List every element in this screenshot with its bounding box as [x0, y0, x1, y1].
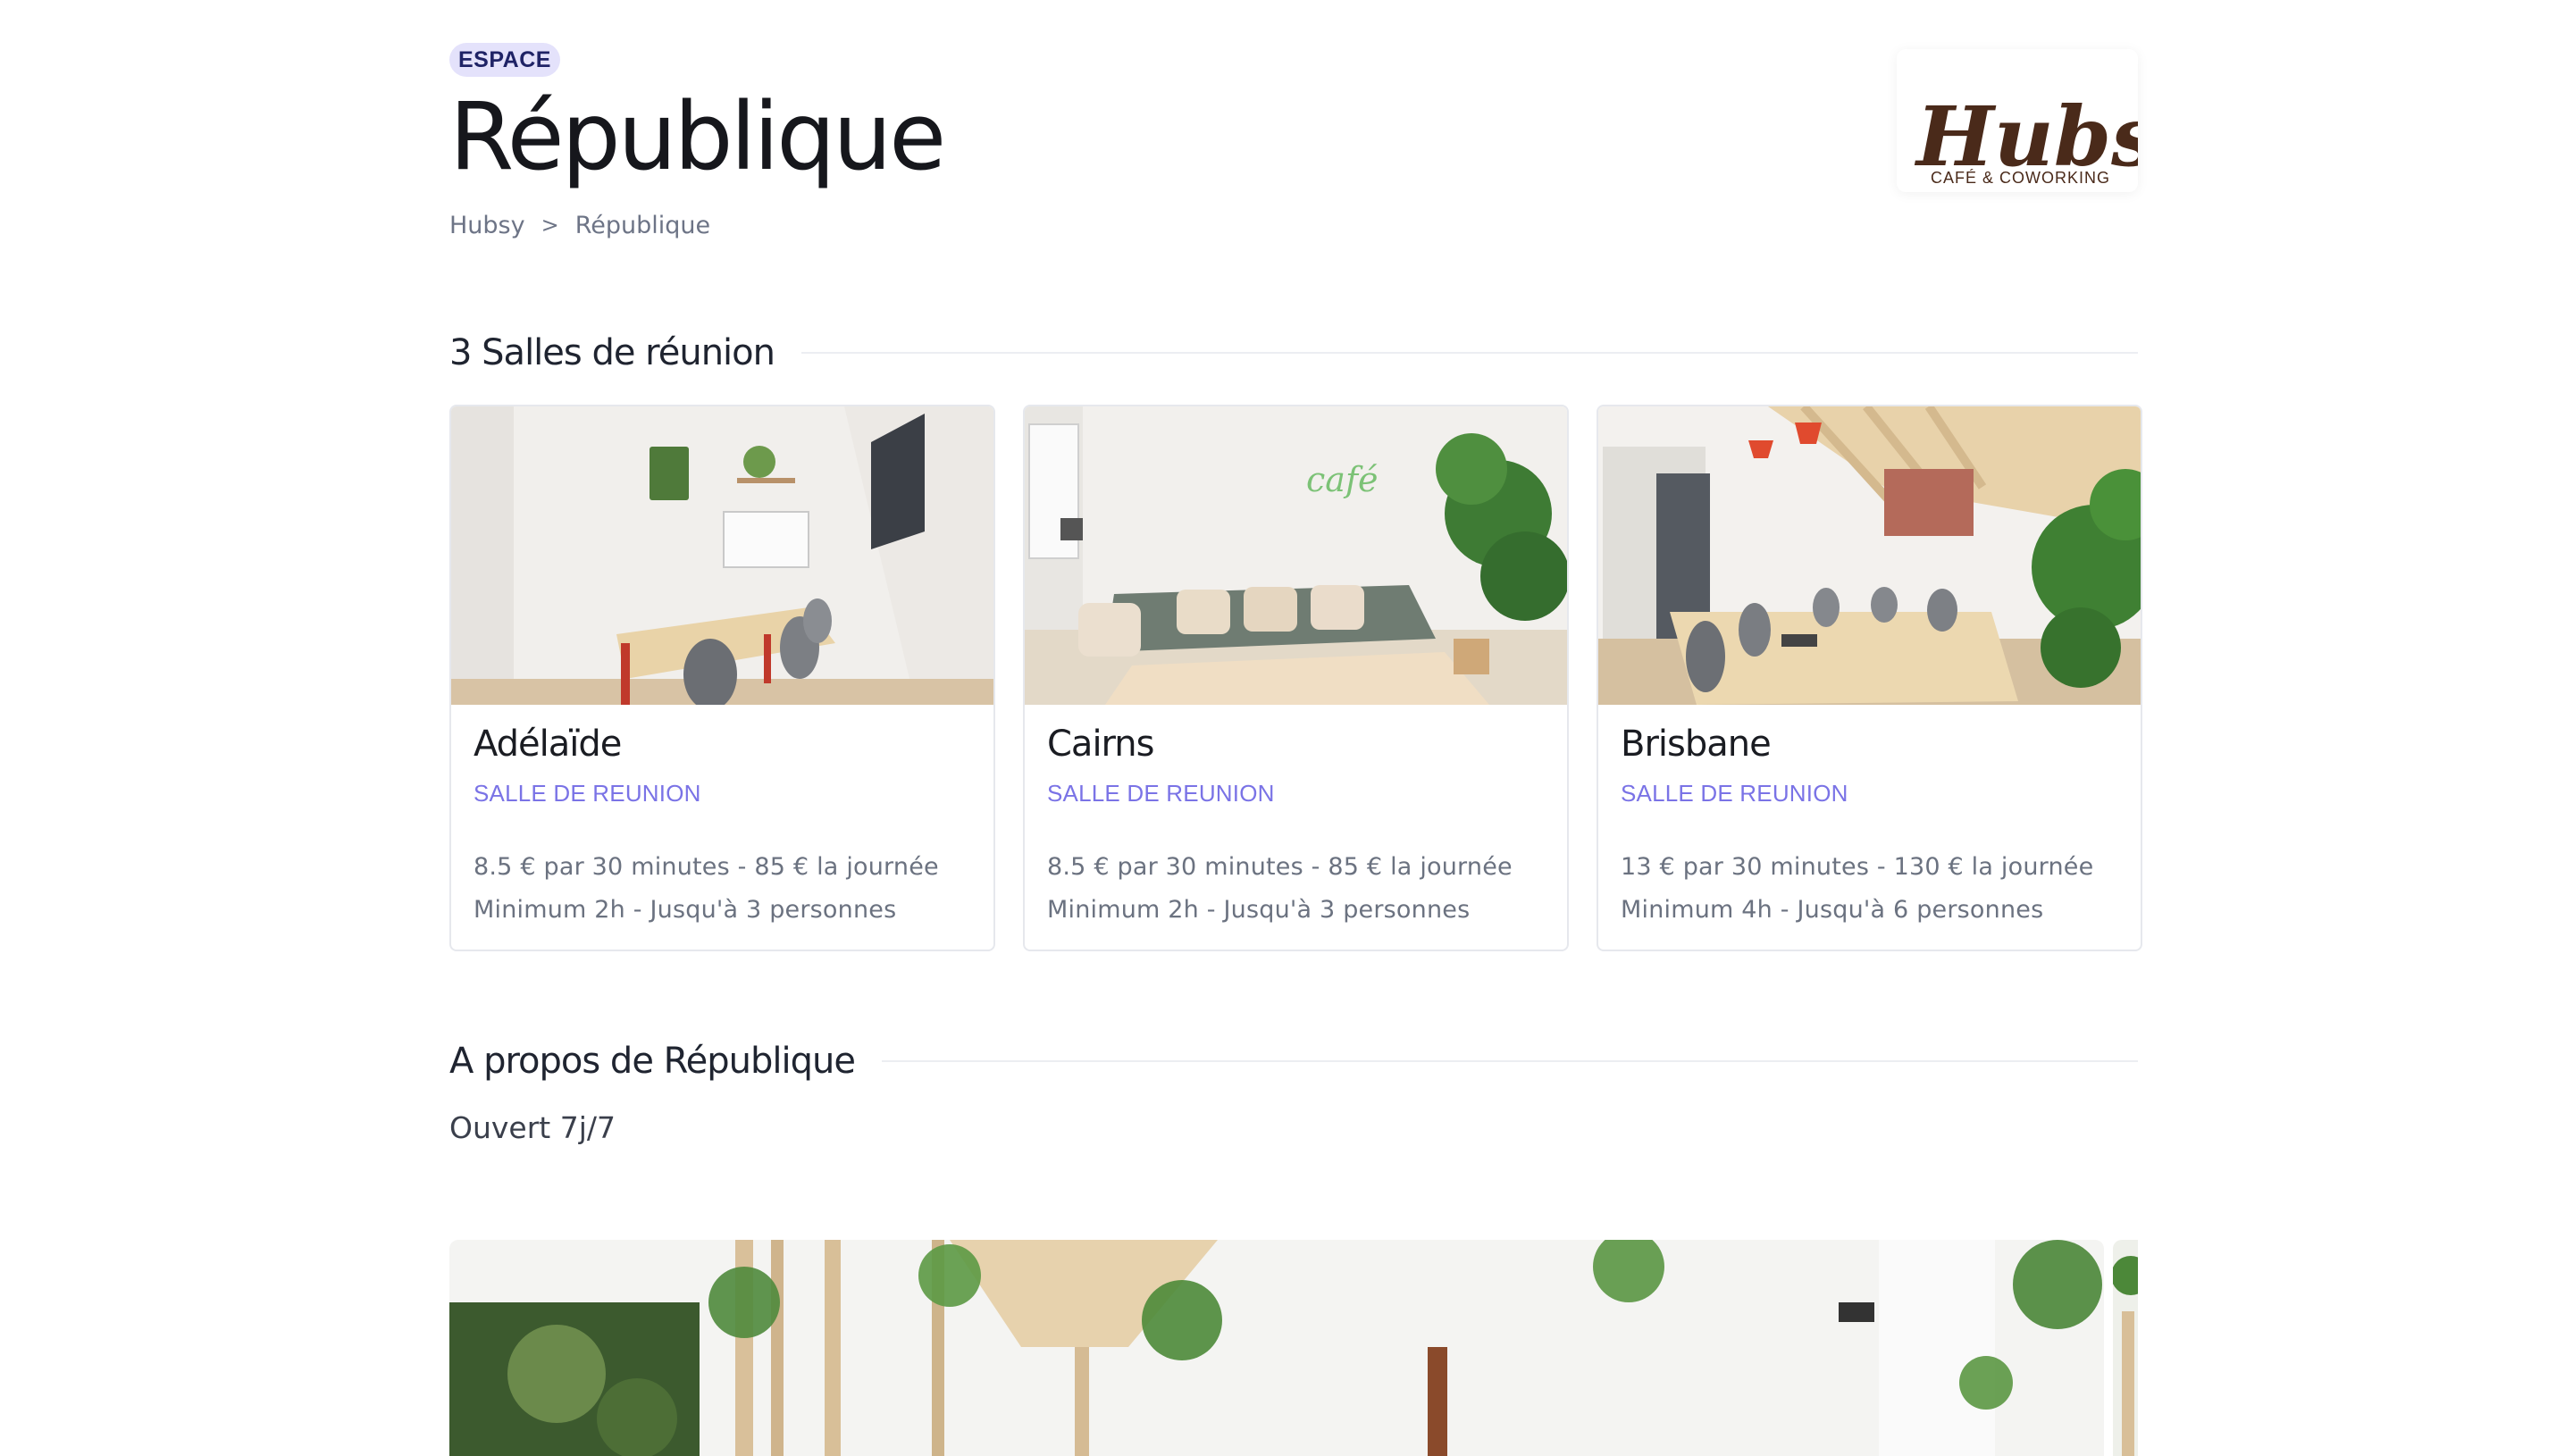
gallery-photo[interactable] [2113, 1240, 2138, 1456]
room-cards: Adélaïde SALLE DE REUNION 8.5 € par 30 m… [449, 405, 2142, 951]
chevron-right-icon: > [541, 213, 559, 238]
room-conditions: Minimum 2h - Jusqu'à 3 personnes [474, 896, 897, 924]
room-name: Cairns [1047, 724, 1154, 765]
room-photo [1598, 406, 2141, 705]
photo-gallery [449, 1240, 2138, 1456]
room-conditions: Minimum 4h - Jusqu'à 6 personnes [1621, 896, 2044, 924]
about-text: Ouvert 7j/7 [449, 1110, 616, 1145]
breadcrumb: Hubsy > République [449, 207, 710, 243]
about-heading: A propos de République [449, 1041, 856, 1082]
page-title: République [449, 82, 946, 191]
room-card-cairns[interactable]: café Cairns SALLE DE REUNION 8.5 € par 3… [1023, 405, 1569, 951]
rooms-heading: 3 Salles de réunion [449, 332, 775, 373]
room-pricing: 8.5 € par 30 minutes - 85 € la journée [474, 853, 939, 881]
room-conditions: Minimum 2h - Jusqu'à 3 personnes [1047, 896, 1471, 924]
room-card-adelaide[interactable]: Adélaïde SALLE DE REUNION 8.5 € par 30 m… [449, 405, 995, 951]
hubsy-logo: Hubsy CAFÉ & COWORKING [1897, 49, 2138, 192]
room-type: SALLE DE REUNION [1621, 780, 1848, 807]
svg-text:café: café [1306, 460, 1379, 499]
gallery-photo[interactable] [449, 1240, 2104, 1456]
room-type: SALLE DE REUNION [1047, 780, 1275, 807]
logo-tagline: CAFÉ & COWORKING [1931, 169, 2110, 187]
room-pricing: 13 € par 30 minutes - 130 € la journée [1621, 853, 2094, 881]
breadcrumb-current: République [574, 211, 711, 239]
space-badge: ESPACE [449, 43, 560, 77]
room-photo: café [1025, 406, 1567, 705]
room-photo [451, 406, 993, 705]
about-section-header: A propos de République [449, 1034, 2138, 1088]
room-name: Brisbane [1621, 724, 1772, 765]
room-name: Adélaïde [474, 724, 622, 765]
breadcrumb-home-link[interactable]: Hubsy [449, 212, 525, 239]
rooms-section-header: 3 Salles de réunion [449, 326, 2138, 380]
room-type: SALLE DE REUNION [474, 780, 701, 807]
section-divider [801, 352, 2138, 354]
room-pricing: 8.5 € par 30 minutes - 85 € la journée [1047, 853, 1513, 881]
room-card-brisbane[interactable]: Brisbane SALLE DE REUNION 13 € par 30 mi… [1597, 405, 2142, 951]
section-divider [881, 1060, 2138, 1062]
page: ESPACE République Hubsy > République Hub… [449, 0, 2142, 1456]
